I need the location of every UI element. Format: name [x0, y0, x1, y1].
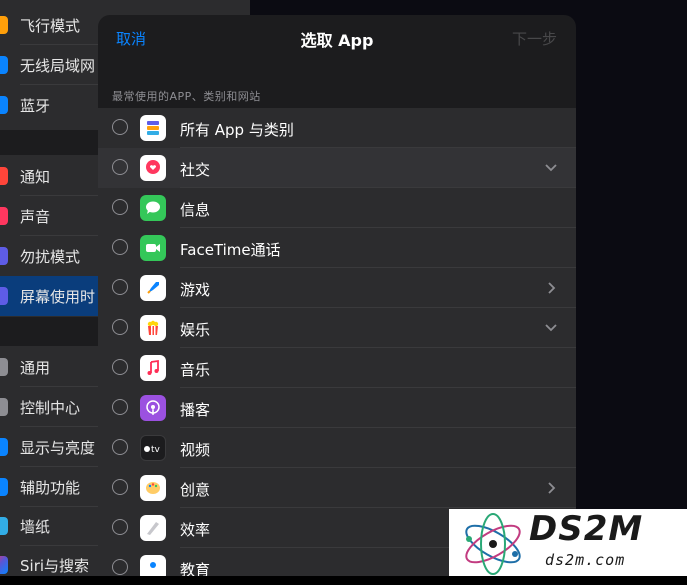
- radio-button[interactable]: [112, 439, 128, 455]
- wifi-icon: [0, 56, 8, 74]
- radio-button[interactable]: [112, 319, 128, 335]
- svg-text:tv: tv: [151, 445, 161, 454]
- choose-app-sheet: 取消 选取 App 下一步 最常使用的APP、类别和网站 所有 App 与类别: [98, 15, 576, 576]
- apple-tv-icon: tv: [140, 435, 166, 461]
- stack-icon: [140, 115, 166, 141]
- radio-button[interactable]: [112, 119, 128, 135]
- list-item-entertainment[interactable]: 娱乐: [98, 308, 576, 348]
- creativity-icon: [140, 475, 166, 501]
- atom-logo-icon: [465, 513, 521, 575]
- sheet-nav-bar: 取消 选取 App 下一步: [98, 15, 576, 61]
- hourglass-icon: [0, 287, 8, 305]
- list-item-social[interactable]: 社交: [98, 148, 576, 188]
- section-header: 最常使用的APP、类别和网站: [112, 90, 261, 103]
- moon-icon: [0, 247, 8, 265]
- siri-icon: [0, 556, 8, 574]
- bluetooth-icon: [0, 96, 8, 114]
- control-center-icon: [0, 398, 8, 416]
- app-category-list: 所有 App 与类别 社交 信息 FaceTime通话 游戏 娱乐 音乐 播客 …: [98, 108, 576, 576]
- radio-button[interactable]: [112, 359, 128, 375]
- list-item-music[interactable]: 音乐: [98, 348, 576, 388]
- watermark-logo: DS2M ds2m.com: [449, 509, 687, 576]
- chevron-right-icon[interactable]: [544, 481, 558, 495]
- notifications-icon: [0, 167, 8, 185]
- chevron-down-icon[interactable]: [544, 161, 558, 175]
- radio-button[interactable]: [112, 559, 128, 575]
- chevron-down-icon[interactable]: [544, 321, 558, 335]
- sheet-title: 选取 App: [300, 31, 374, 50]
- list-item-creativity[interactable]: 创意: [98, 468, 576, 508]
- next-button[interactable]: 下一步: [512, 28, 557, 49]
- entertainment-icon: [140, 315, 166, 341]
- social-icon: [140, 155, 166, 181]
- radio-button[interactable]: [112, 239, 128, 255]
- airplane-icon: [0, 16, 8, 34]
- sound-icon: [0, 207, 8, 225]
- list-item-facetime[interactable]: FaceTime通话: [98, 228, 576, 268]
- games-icon: [140, 275, 166, 301]
- radio-button[interactable]: [112, 279, 128, 295]
- facetime-icon: [140, 235, 166, 261]
- list-item-all-apps[interactable]: 所有 App 与类别: [98, 108, 576, 148]
- radio-button[interactable]: [112, 519, 128, 535]
- education-icon: [140, 555, 166, 576]
- list-item-messages[interactable]: 信息: [98, 188, 576, 228]
- productivity-icon: [140, 515, 166, 541]
- list-item-video[interactable]: tv 视频: [98, 428, 576, 468]
- display-icon: [0, 438, 8, 456]
- podcasts-icon: [140, 395, 166, 421]
- accessibility-icon: [0, 478, 8, 496]
- messages-icon: [140, 195, 166, 221]
- gear-icon: [0, 358, 8, 376]
- music-icon: [140, 355, 166, 381]
- radio-button[interactable]: [112, 399, 128, 415]
- chevron-right-icon[interactable]: [544, 281, 558, 295]
- radio-button[interactable]: [112, 199, 128, 215]
- list-item-games[interactable]: 游戏: [98, 268, 576, 308]
- list-item-podcasts[interactable]: 播客: [98, 388, 576, 428]
- radio-button[interactable]: [112, 479, 128, 495]
- radio-button[interactable]: [112, 159, 128, 175]
- wallpaper-icon: [0, 517, 8, 535]
